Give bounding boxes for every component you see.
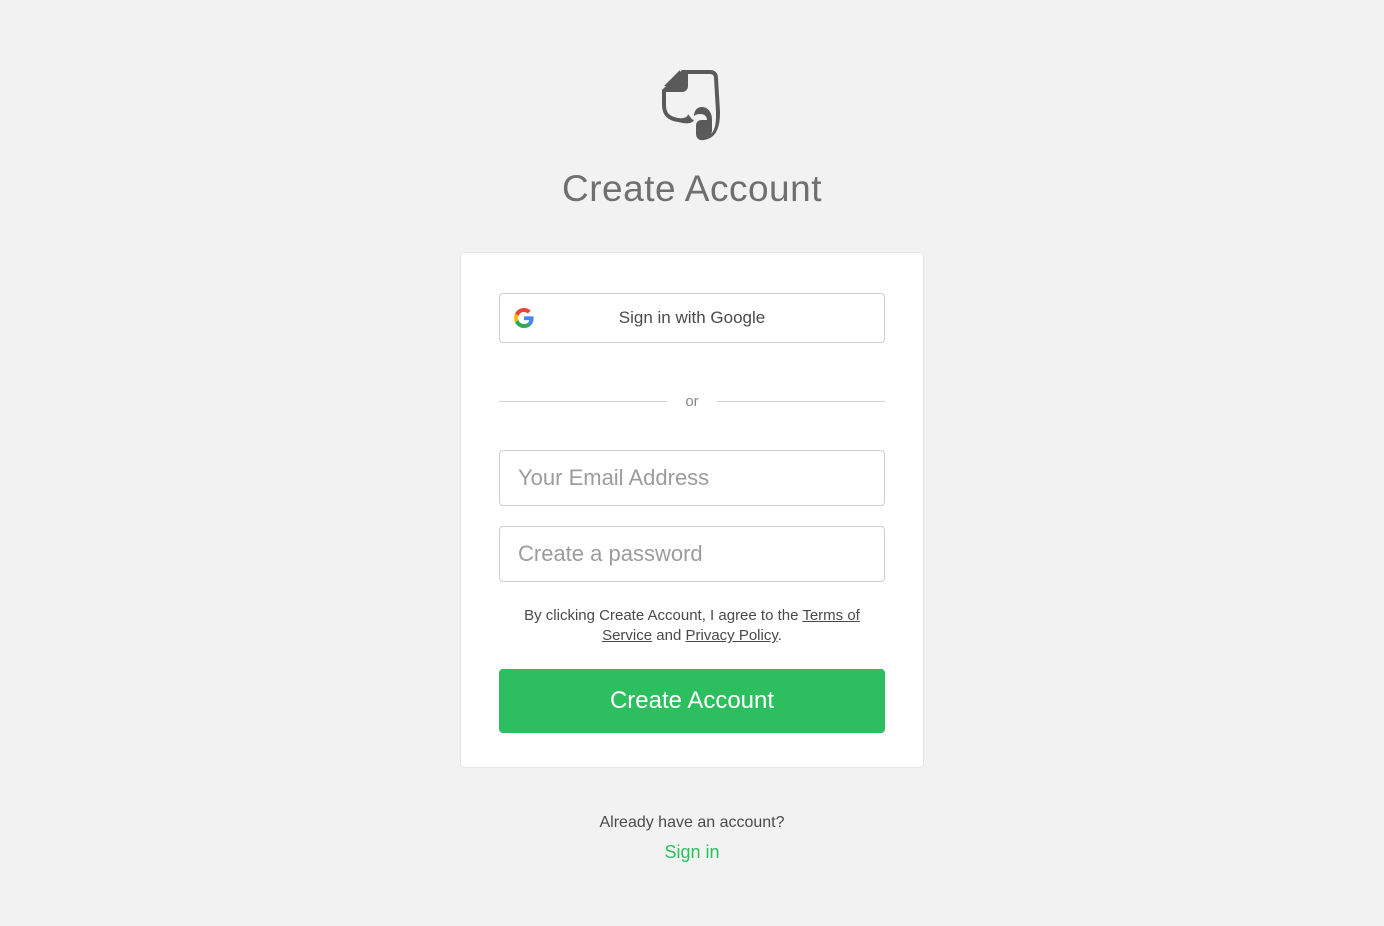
divider-line [499,401,667,402]
terms-text: By clicking Create Account, I agree to t… [499,606,885,647]
google-icon [514,308,534,328]
privacy-policy-link[interactable]: Privacy Policy [685,627,777,644]
email-input[interactable] [499,450,885,506]
page-title: Create Account [562,168,822,210]
already-text: Already have an account? [599,814,784,832]
or-label: or [667,393,716,410]
already-have-account: Already have an account? Sign in [599,814,784,863]
or-divider: or [499,393,885,410]
signin-with-google-button[interactable]: Sign in with Google [499,293,885,343]
terms-prefix: By clicking Create Account, I agree to t… [524,607,802,624]
evernote-logo-icon [660,68,724,144]
terms-middle: and [652,627,685,644]
google-button-label: Sign in with Google [619,308,765,328]
create-account-button[interactable]: Create Account [499,669,885,733]
terms-suffix: . [778,627,782,644]
signin-link[interactable]: Sign in [599,842,784,863]
signup-card: Sign in with Google or By clicking Creat… [460,252,924,768]
divider-line [717,401,885,402]
password-input[interactable] [499,526,885,582]
